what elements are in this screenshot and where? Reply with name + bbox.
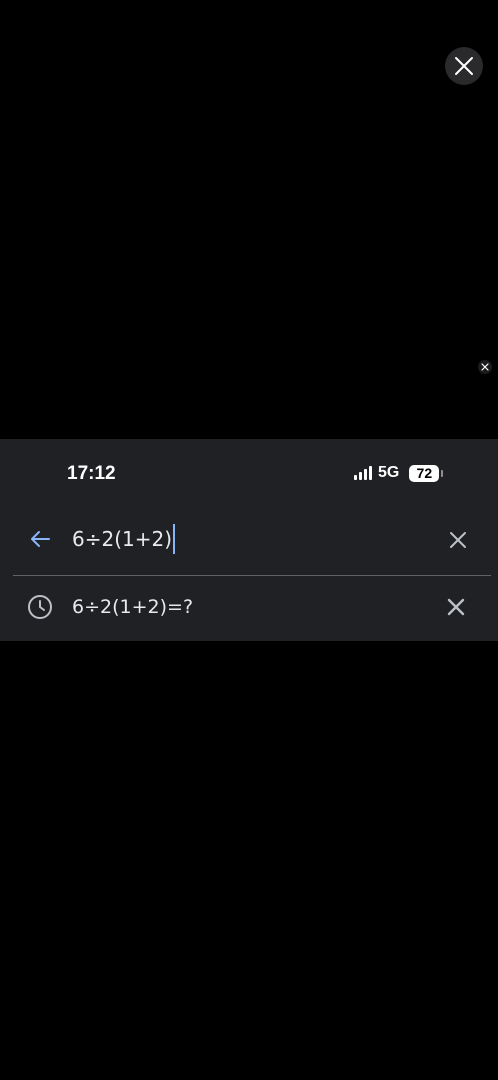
search-bar: 6÷2(1+2) — [0, 507, 498, 571]
search-panel: 17:12 5G 72 6÷2(1+2) 6÷2(1+2)=? — [0, 439, 498, 641]
search-query: 6÷2(1+2) — [72, 527, 173, 551]
clear-search-button[interactable] — [444, 526, 472, 554]
small-close-button[interactable] — [478, 360, 492, 374]
arrow-left-icon — [31, 531, 50, 547]
battery-icon: 72 — [409, 464, 444, 482]
network-type: 5G — [378, 464, 400, 481]
close-icon — [455, 57, 473, 75]
status-bar: 17:12 5G 72 — [0, 439, 498, 507]
search-input[interactable]: 6÷2(1+2) — [72, 523, 412, 555]
overlay-close-button[interactable] — [445, 47, 483, 85]
screen: 17:12 5G 72 6÷2(1+2) 6÷2(1+2)=? — [0, 0, 498, 1080]
close-icon — [447, 598, 465, 616]
text-cursor — [173, 524, 176, 554]
status-indicators: 5G 72 — [354, 463, 444, 483]
close-icon — [481, 363, 489, 371]
status-time: 17:12 — [67, 463, 116, 484]
battery-tip — [441, 469, 444, 477]
battery-level: 72 — [416, 465, 433, 481]
suggestion-text: 6÷2(1+2)=? — [72, 596, 194, 618]
close-icon — [450, 532, 466, 548]
history-clock-icon — [28, 595, 52, 619]
back-button[interactable] — [26, 525, 54, 553]
remove-suggestion-button[interactable] — [443, 594, 469, 620]
suggestion-item[interactable]: 6÷2(1+2)=? — [0, 576, 498, 640]
cellular-signal-icon — [354, 466, 372, 480]
